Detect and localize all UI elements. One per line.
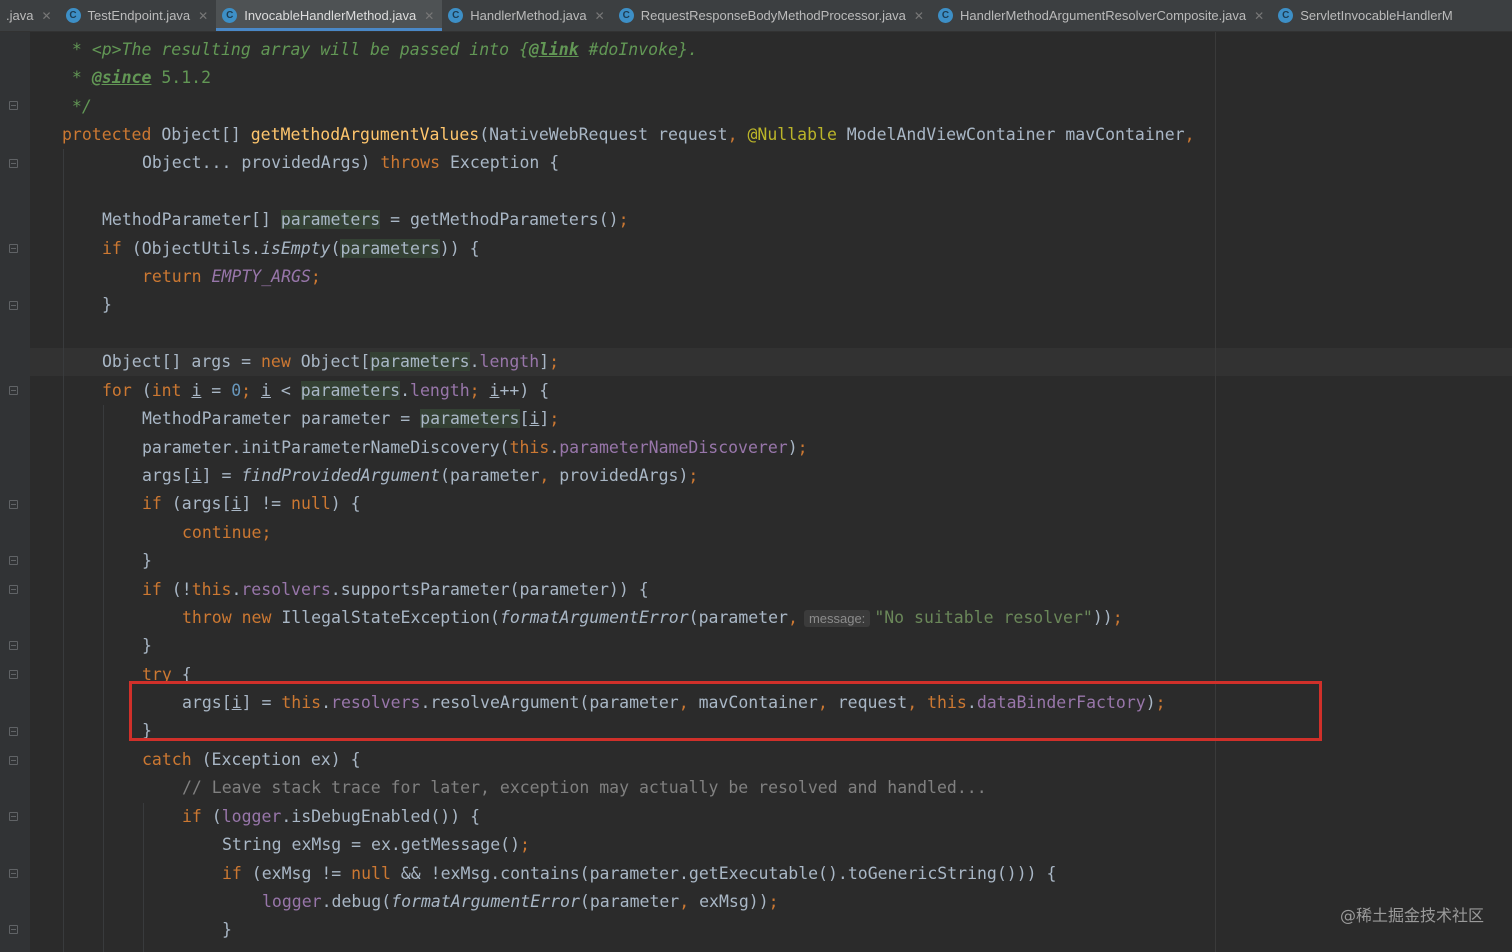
code-line: if (ObjectUtils.isEmpty(parameters)) { bbox=[102, 239, 480, 258]
code-line: String exMsg = ex.getMessage(); bbox=[222, 835, 530, 854]
tab-handler-method[interactable]: C HandlerMethod.java ✕ bbox=[442, 0, 612, 31]
fold-icon[interactable] bbox=[9, 727, 18, 736]
class-icon: C bbox=[65, 8, 81, 23]
close-icon[interactable]: ✕ bbox=[424, 9, 434, 23]
fold-icon[interactable] bbox=[9, 386, 18, 395]
code-line: } bbox=[222, 920, 232, 939]
fold-icon[interactable] bbox=[9, 585, 18, 594]
tab-label: InvocableHandlerMethod.java bbox=[244, 8, 417, 23]
tab-label: RequestResponseBodyMethodProcessor.java bbox=[640, 8, 906, 23]
fold-icon[interactable] bbox=[9, 641, 18, 650]
code-line: return EMPTY_ARGS; bbox=[142, 267, 321, 286]
code-line: protected Object[] getMethodArgumentValu… bbox=[62, 125, 1195, 144]
highlight-annotation-box bbox=[129, 681, 1322, 741]
code-line: */ bbox=[62, 97, 92, 116]
code-line: catch (Exception ex) { bbox=[142, 750, 361, 769]
tab-label: HandlerMethod.java bbox=[470, 8, 587, 23]
method-name[interactable]: getMethodArgumentValues bbox=[251, 125, 479, 144]
tab-handler-method-argument-resolver-composite[interactable]: C HandlerMethodArgumentResolverComposite.… bbox=[932, 0, 1272, 31]
code-line: // Leave stack trace for later, exceptio… bbox=[182, 778, 987, 797]
code-line: continue; bbox=[182, 523, 272, 542]
tab-label: ServletInvocableHandlerM bbox=[1300, 8, 1453, 23]
tab-label: .java bbox=[6, 8, 34, 23]
close-icon[interactable]: ✕ bbox=[41, 9, 51, 23]
class-icon: C bbox=[448, 8, 464, 23]
tab-label: HandlerMethodArgumentResolverComposite.j… bbox=[959, 8, 1247, 23]
code-line: MethodParameter[] parameters = getMethod… bbox=[102, 210, 629, 229]
code-line: * @since 5.1.2 bbox=[62, 68, 212, 87]
code-line: if (args[i] != null) { bbox=[142, 494, 361, 513]
code-line: if (!this.resolvers.supportsParameter(pa… bbox=[142, 580, 649, 599]
tab-label: TestEndpoint.java bbox=[87, 8, 191, 23]
fold-icon[interactable] bbox=[9, 101, 18, 110]
code-line: args[i] = findProvidedArgument(parameter… bbox=[142, 466, 699, 485]
fold-icon[interactable] bbox=[9, 500, 18, 509]
tab-java[interactable]: .java ✕ bbox=[0, 0, 60, 31]
class-icon: C bbox=[222, 8, 238, 23]
watermark: @稀土掘金技术社区 bbox=[1339, 906, 1484, 925]
close-icon[interactable]: ✕ bbox=[198, 9, 208, 23]
fold-icon[interactable] bbox=[9, 925, 18, 934]
code-line: } bbox=[142, 551, 152, 570]
close-icon[interactable]: ✕ bbox=[595, 9, 605, 23]
parameter-hint: message: bbox=[803, 610, 871, 627]
close-icon[interactable]: ✕ bbox=[1254, 9, 1264, 23]
fold-icon[interactable] bbox=[9, 244, 18, 253]
fold-icon[interactable] bbox=[9, 301, 18, 310]
editor-gutter bbox=[0, 32, 30, 952]
code-line: for (int i = 0; i < parameters.length; i… bbox=[102, 381, 550, 400]
code-line: throw new IllegalStateException(formatAr… bbox=[182, 608, 1123, 627]
close-icon[interactable]: ✕ bbox=[914, 9, 924, 23]
fold-icon[interactable] bbox=[9, 670, 18, 679]
code-line: MethodParameter parameter = parameters[i… bbox=[142, 409, 560, 428]
code-line: if (logger.isDebugEnabled()) { bbox=[182, 807, 481, 826]
fold-icon[interactable] bbox=[9, 159, 18, 168]
class-icon: C bbox=[618, 8, 634, 23]
code-line: if (exMsg != null && !exMsg.contains(par… bbox=[222, 864, 1057, 883]
tab-servlet-invocable-handler-method[interactable]: C ServletInvocableHandlerM bbox=[1272, 0, 1460, 31]
code-line: } bbox=[102, 295, 112, 314]
fold-icon[interactable] bbox=[9, 556, 18, 565]
tab-test-endpoint[interactable]: C TestEndpoint.java ✕ bbox=[60, 0, 217, 31]
class-icon: C bbox=[1278, 8, 1294, 23]
fold-icon[interactable] bbox=[9, 756, 18, 765]
editor-tab-bar: .java ✕ C TestEndpoint.java ✕ C InvocableHan… bbox=[0, 0, 1512, 32]
code-line: logger.debug(formatArgumentError(paramet… bbox=[262, 892, 779, 911]
class-icon: C bbox=[937, 8, 953, 23]
code-line: * <p>The resulting array will be passed … bbox=[62, 40, 698, 59]
code-line: Object... providedArgs) throws Exception… bbox=[142, 153, 560, 172]
code-line: Object[] args = new Object[parameters.le… bbox=[102, 352, 560, 371]
code-line: } bbox=[142, 636, 152, 655]
code-line: parameter.initParameterNameDiscovery(thi… bbox=[142, 438, 808, 457]
tab-invocable-handler-method[interactable]: C InvocableHandlerMethod.java ✕ bbox=[216, 0, 443, 31]
fold-icon[interactable] bbox=[9, 812, 18, 821]
fold-icon[interactable] bbox=[9, 869, 18, 878]
tab-request-response-body-method-processor[interactable]: C RequestResponseBodyMethodProcessor.java… bbox=[613, 0, 932, 31]
